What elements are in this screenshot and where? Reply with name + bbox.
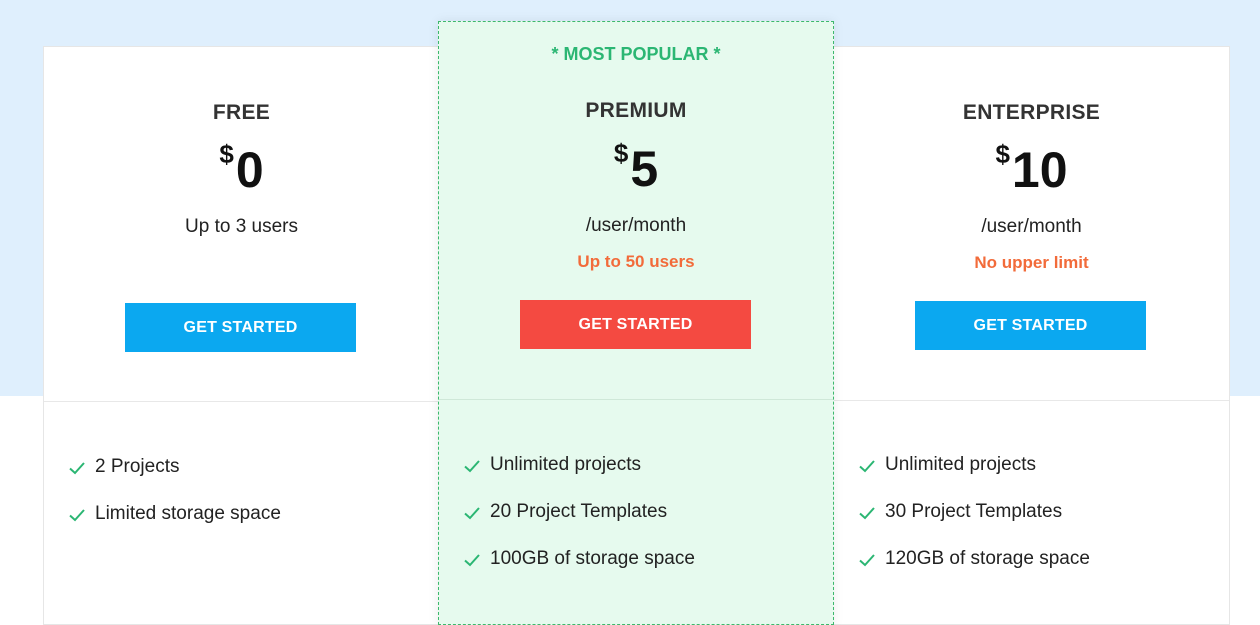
feature-list: 2 Projects Limited storage space bbox=[68, 456, 281, 550]
feature-item: 20 Project Templates bbox=[463, 501, 695, 548]
feature-item: Unlimited projects bbox=[463, 454, 695, 501]
check-icon bbox=[464, 554, 480, 567]
currency-symbol: $ bbox=[995, 139, 1010, 169]
plan-price: $0 bbox=[44, 141, 439, 198]
feature-label: Unlimited projects bbox=[490, 454, 641, 475]
check-icon bbox=[464, 460, 480, 473]
feature-label: Limited storage space bbox=[95, 503, 281, 524]
card-divider bbox=[439, 399, 833, 400]
currency-symbol: $ bbox=[613, 138, 629, 168]
plan-card-free: FREE $0 Up to 3 users GET STARTED 2 Proj… bbox=[43, 46, 439, 625]
feature-item: 100GB of storage space bbox=[463, 548, 695, 595]
feature-label: Unlimited projects bbox=[885, 454, 1036, 475]
feature-list: Unlimited projects 30 Project Templates … bbox=[858, 454, 1090, 595]
feature-item: Unlimited projects bbox=[858, 454, 1090, 501]
feature-label: 30 Project Templates bbox=[885, 501, 1063, 522]
feature-item: 120GB of storage space bbox=[858, 548, 1090, 595]
plan-name: PREMIUM bbox=[585, 99, 687, 122]
plan-name: FREE bbox=[212, 101, 271, 124]
most-popular-badge: * MOST POPULAR * bbox=[551, 44, 721, 64]
check-icon bbox=[859, 554, 875, 567]
feature-item: 30 Project Templates bbox=[858, 501, 1090, 548]
get-started-button[interactable]: GET STARTED bbox=[520, 300, 751, 349]
price-amount: 0 bbox=[235, 142, 264, 198]
feature-label: 2 Projects bbox=[95, 456, 180, 477]
plan-subtext: Up to 3 users bbox=[185, 216, 298, 237]
check-icon bbox=[859, 507, 875, 520]
card-divider bbox=[834, 400, 1229, 401]
price-amount: 10 bbox=[1011, 142, 1068, 198]
currency-symbol: $ bbox=[219, 139, 234, 169]
plan-card-premium: * MOST POPULAR * PREMIUM $5 /user/month … bbox=[438, 21, 834, 625]
check-icon bbox=[69, 462, 85, 475]
feature-item: 2 Projects bbox=[68, 456, 281, 503]
feature-label: 20 Project Templates bbox=[490, 501, 668, 522]
feature-item: Limited storage space bbox=[68, 503, 281, 550]
pricing-plans: FREE $0 Up to 3 users GET STARTED 2 Proj… bbox=[43, 21, 1230, 625]
get-started-button[interactable]: GET STARTED bbox=[125, 303, 356, 352]
plan-price: $5 bbox=[439, 140, 833, 197]
plan-price: $10 bbox=[834, 141, 1229, 198]
get-started-button[interactable]: GET STARTED bbox=[915, 301, 1146, 350]
feature-list: Unlimited projects 20 Project Templates … bbox=[463, 454, 695, 595]
card-divider bbox=[44, 401, 439, 402]
check-icon bbox=[464, 507, 480, 520]
feature-label: 100GB of storage space bbox=[490, 548, 695, 569]
price-amount: 5 bbox=[630, 141, 659, 197]
feature-label: 120GB of storage space bbox=[885, 548, 1090, 569]
plan-name: ENTERPRISE bbox=[962, 101, 1101, 124]
check-icon bbox=[859, 460, 875, 473]
user-limit: No upper limit bbox=[974, 253, 1089, 272]
plan-subtext: /user/month bbox=[981, 216, 1082, 237]
plan-subtext: /user/month bbox=[585, 215, 687, 236]
plan-card-enterprise: ENTERPRISE $10 /user/month No upper limi… bbox=[834, 46, 1230, 625]
user-limit: Up to 50 users bbox=[577, 252, 695, 271]
check-icon bbox=[69, 509, 85, 522]
